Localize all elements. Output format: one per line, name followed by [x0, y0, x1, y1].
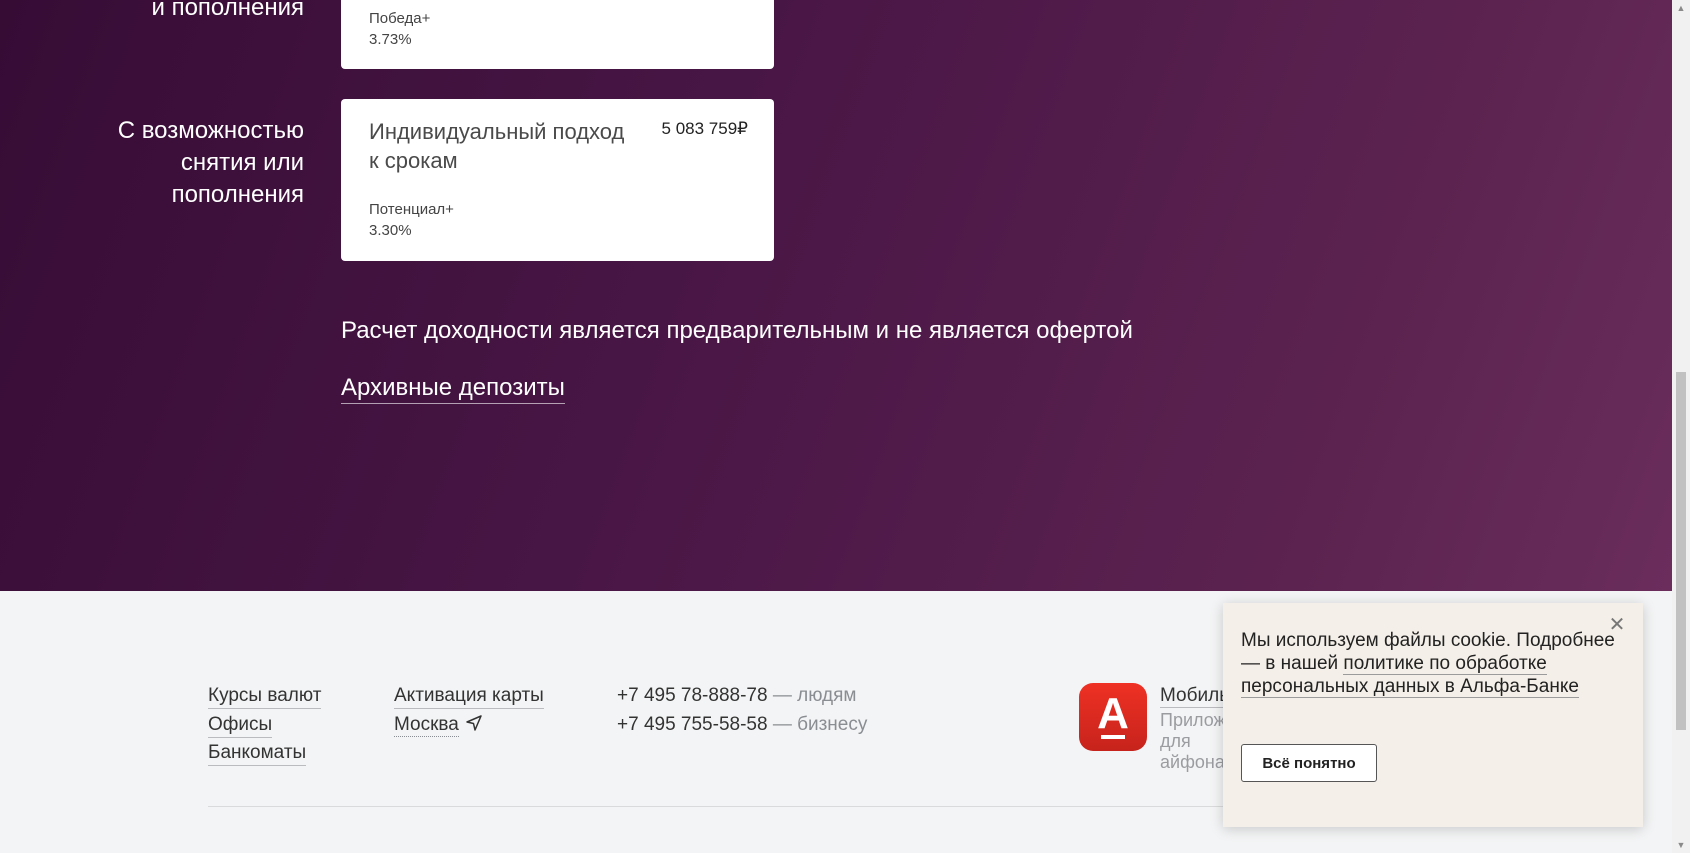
mobile-app-link[interactable]: Мобильный банк — [1160, 685, 1230, 708]
card-rate: 3.73% — [369, 31, 412, 48]
city-name: Москва — [394, 714, 459, 737]
scroll-up-arrow-icon[interactable]: ▲ — [1672, 0, 1690, 16]
footer-link-rates[interactable]: Курсы валют — [208, 685, 322, 709]
category-label-top: и пополнения — [151, 0, 305, 21]
phone-number: +7 495 755-58-58 — [617, 714, 768, 735]
category-label: С возможностью снятия или пополнения — [117, 117, 304, 208]
city-selector[interactable]: Москва — [394, 714, 483, 737]
footer-divider — [208, 806, 1228, 807]
scroll-thumb[interactable] — [1676, 372, 1686, 730]
cookie-banner: ✕ Мы используем файлы cookie. Подробнее … — [1223, 603, 1643, 827]
card-title: Индивидуальный подход к срокам — [369, 119, 625, 173]
cookie-text: Мы используем файлы cookie. Подробнее — … — [1241, 629, 1621, 698]
deposit-card[interactable]: Индивидуальный подход к срокам 5 083 759… — [341, 99, 774, 261]
phone-number: +7 495 78-888-78 — [617, 685, 768, 706]
alfa-app-icon[interactable]: А — [1079, 683, 1147, 751]
footer-link-atms[interactable]: Банкоматы — [208, 742, 307, 766]
mobile-app-description: Приложение для айфона — [1160, 710, 1230, 772]
card-sum: 5 083 759₽ — [661, 119, 748, 138]
card-product-name: Победа+ — [369, 10, 431, 27]
archive-deposits-link[interactable]: Архивные депозиты — [341, 374, 565, 404]
card-product-name: Потенциал+ — [369, 201, 454, 218]
scroll-down-arrow-icon[interactable]: ▼ — [1672, 837, 1690, 853]
footer-link-card-activation[interactable]: Активация карты — [394, 685, 544, 709]
phone-business[interactable]: +7 495 755-58-58 — бизнесу — [617, 714, 867, 736]
phone-audience: — людям — [767, 685, 857, 706]
location-arrow-icon — [466, 715, 483, 731]
phone-audience: — бизнесу — [767, 714, 868, 735]
deposit-card-top[interactable]: Победа+ 3.73% — [341, 0, 774, 69]
phone-people[interactable]: +7 495 78-888-78 — людям — [617, 685, 856, 707]
accept-cookies-button[interactable]: Всё понятно — [1241, 744, 1377, 782]
deposits-section: и пополнения Победа+ 3.73% С возможность… — [0, 0, 1672, 591]
footer-link-offices[interactable]: Офисы — [208, 714, 273, 738]
app-icon-bar — [1101, 735, 1125, 739]
disclaimer-note: Расчет доходности является предварительн… — [341, 317, 1133, 344]
page-scrollbar[interactable]: ▲ ▼ — [1672, 0, 1690, 853]
app-icon-letter: А — [1097, 689, 1129, 738]
card-rate: 3.30% — [369, 222, 412, 239]
